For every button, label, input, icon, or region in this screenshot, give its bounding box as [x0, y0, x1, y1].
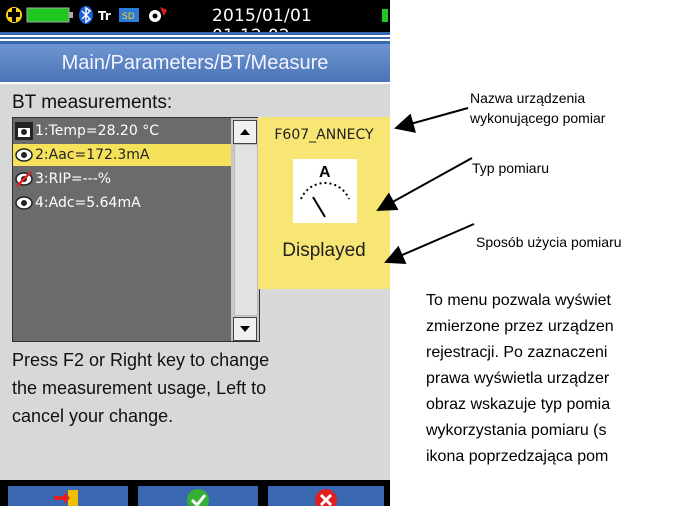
arrow-device-name	[394, 107, 469, 133]
description-paragraph: To menu pozwala wyświet zmierzone przez …	[426, 292, 614, 465]
arrow-type	[376, 157, 473, 211]
annotation-device-name: Nazwa urządzenia wykonującego pomiar	[470, 90, 606, 126]
annotation-type: Typ pomiaru	[472, 160, 550, 176]
annotation-usage: Sposób użycia pomiaru	[476, 234, 622, 250]
arrow-usage	[384, 223, 475, 265]
